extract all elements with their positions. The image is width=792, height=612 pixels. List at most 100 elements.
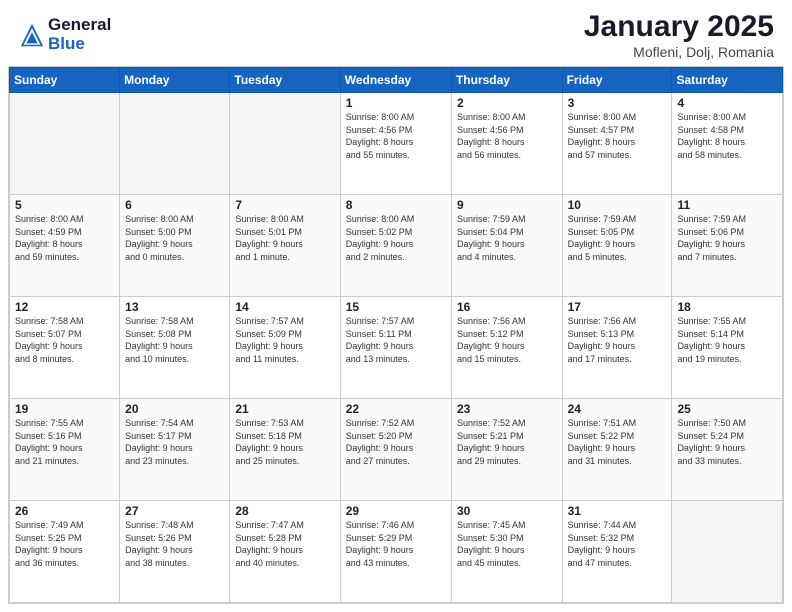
logo-icon (18, 21, 46, 49)
day-number: 10 (568, 198, 667, 212)
calendar-cell: 20Sunrise: 7:54 AM Sunset: 5:17 PM Dayli… (120, 399, 230, 501)
calendar: Sunday Monday Tuesday Wednesday Thursday… (8, 66, 784, 604)
calendar-cell: 24Sunrise: 7:51 AM Sunset: 5:22 PM Dayli… (562, 399, 672, 501)
logo: General Blue (18, 16, 111, 53)
day-number: 15 (346, 300, 446, 314)
col-sunday: Sunday (10, 68, 120, 93)
day-info: Sunrise: 8:00 AM Sunset: 4:57 PM Dayligh… (568, 111, 667, 161)
calendar-cell: 8Sunrise: 8:00 AM Sunset: 5:02 PM Daylig… (340, 195, 451, 297)
col-thursday: Thursday (451, 68, 562, 93)
day-info: Sunrise: 7:44 AM Sunset: 5:32 PM Dayligh… (568, 519, 667, 569)
day-info: Sunrise: 7:53 AM Sunset: 5:18 PM Dayligh… (235, 417, 334, 467)
calendar-cell: 1Sunrise: 8:00 AM Sunset: 4:56 PM Daylig… (340, 93, 451, 195)
day-info: Sunrise: 7:56 AM Sunset: 5:12 PM Dayligh… (457, 315, 557, 365)
day-number: 1 (346, 96, 446, 110)
calendar-cell: 31Sunrise: 7:44 AM Sunset: 5:32 PM Dayli… (562, 501, 672, 603)
day-info: Sunrise: 7:47 AM Sunset: 5:28 PM Dayligh… (235, 519, 334, 569)
day-number: 25 (677, 402, 777, 416)
day-info: Sunrise: 7:50 AM Sunset: 5:24 PM Dayligh… (677, 417, 777, 467)
calendar-cell: 12Sunrise: 7:58 AM Sunset: 5:07 PM Dayli… (10, 297, 120, 399)
day-info: Sunrise: 7:51 AM Sunset: 5:22 PM Dayligh… (568, 417, 667, 467)
day-info: Sunrise: 8:00 AM Sunset: 5:00 PM Dayligh… (125, 213, 224, 263)
calendar-cell: 3Sunrise: 8:00 AM Sunset: 4:57 PM Daylig… (562, 93, 672, 195)
day-number: 2 (457, 96, 557, 110)
col-wednesday: Wednesday (340, 68, 451, 93)
day-info: Sunrise: 7:59 AM Sunset: 5:06 PM Dayligh… (677, 213, 777, 263)
calendar-week-5: 26Sunrise: 7:49 AM Sunset: 5:25 PM Dayli… (10, 501, 783, 603)
calendar-cell: 18Sunrise: 7:55 AM Sunset: 5:14 PM Dayli… (672, 297, 783, 399)
day-number: 20 (125, 402, 224, 416)
calendar-cell: 16Sunrise: 7:56 AM Sunset: 5:12 PM Dayli… (451, 297, 562, 399)
day-info: Sunrise: 7:56 AM Sunset: 5:13 PM Dayligh… (568, 315, 667, 365)
calendar-cell: 6Sunrise: 8:00 AM Sunset: 5:00 PM Daylig… (120, 195, 230, 297)
calendar-cell: 7Sunrise: 8:00 AM Sunset: 5:01 PM Daylig… (230, 195, 340, 297)
day-number: 11 (677, 198, 777, 212)
day-number: 18 (677, 300, 777, 314)
day-info: Sunrise: 8:00 AM Sunset: 4:56 PM Dayligh… (346, 111, 446, 161)
day-info: Sunrise: 7:49 AM Sunset: 5:25 PM Dayligh… (15, 519, 114, 569)
day-number: 21 (235, 402, 334, 416)
calendar-week-3: 12Sunrise: 7:58 AM Sunset: 5:07 PM Dayli… (10, 297, 783, 399)
day-info: Sunrise: 7:59 AM Sunset: 5:04 PM Dayligh… (457, 213, 557, 263)
calendar-cell: 26Sunrise: 7:49 AM Sunset: 5:25 PM Dayli… (10, 501, 120, 603)
day-number: 14 (235, 300, 334, 314)
calendar-header: Sunday Monday Tuesday Wednesday Thursday… (10, 68, 783, 93)
title-block: January 2025 Mofleni, Dolj, Romania (584, 10, 774, 60)
calendar-cell: 9Sunrise: 7:59 AM Sunset: 5:04 PM Daylig… (451, 195, 562, 297)
day-info: Sunrise: 8:00 AM Sunset: 5:01 PM Dayligh… (235, 213, 334, 263)
day-info: Sunrise: 8:00 AM Sunset: 5:02 PM Dayligh… (346, 213, 446, 263)
calendar-cell: 22Sunrise: 7:52 AM Sunset: 5:20 PM Dayli… (340, 399, 451, 501)
day-info: Sunrise: 7:55 AM Sunset: 5:14 PM Dayligh… (677, 315, 777, 365)
calendar-week-4: 19Sunrise: 7:55 AM Sunset: 5:16 PM Dayli… (10, 399, 783, 501)
header-row: Sunday Monday Tuesday Wednesday Thursday… (10, 68, 783, 93)
col-saturday: Saturday (672, 68, 783, 93)
calendar-cell: 19Sunrise: 7:55 AM Sunset: 5:16 PM Dayli… (10, 399, 120, 501)
day-number: 5 (15, 198, 114, 212)
logo-general-text: General (48, 16, 111, 35)
col-friday: Friday (562, 68, 672, 93)
day-number: 9 (457, 198, 557, 212)
calendar-cell: 23Sunrise: 7:52 AM Sunset: 5:21 PM Dayli… (451, 399, 562, 501)
day-number: 8 (346, 198, 446, 212)
calendar-cell (10, 93, 120, 195)
day-info: Sunrise: 7:57 AM Sunset: 5:11 PM Dayligh… (346, 315, 446, 365)
day-number: 4 (677, 96, 777, 110)
day-number: 13 (125, 300, 224, 314)
calendar-location: Mofleni, Dolj, Romania (584, 44, 774, 60)
calendar-cell (120, 93, 230, 195)
calendar-cell: 5Sunrise: 8:00 AM Sunset: 4:59 PM Daylig… (10, 195, 120, 297)
day-info: Sunrise: 7:52 AM Sunset: 5:20 PM Dayligh… (346, 417, 446, 467)
calendar-cell: 17Sunrise: 7:56 AM Sunset: 5:13 PM Dayli… (562, 297, 672, 399)
day-number: 12 (15, 300, 114, 314)
col-tuesday: Tuesday (230, 68, 340, 93)
day-info: Sunrise: 7:48 AM Sunset: 5:26 PM Dayligh… (125, 519, 224, 569)
day-number: 3 (568, 96, 667, 110)
day-number: 17 (568, 300, 667, 314)
day-info: Sunrise: 7:46 AM Sunset: 5:29 PM Dayligh… (346, 519, 446, 569)
day-info: Sunrise: 7:45 AM Sunset: 5:30 PM Dayligh… (457, 519, 557, 569)
day-number: 26 (15, 504, 114, 518)
calendar-cell: 27Sunrise: 7:48 AM Sunset: 5:26 PM Dayli… (120, 501, 230, 603)
day-info: Sunrise: 7:57 AM Sunset: 5:09 PM Dayligh… (235, 315, 334, 365)
header: General Blue January 2025 Mofleni, Dolj,… (0, 0, 792, 66)
calendar-cell: 4Sunrise: 8:00 AM Sunset: 4:58 PM Daylig… (672, 93, 783, 195)
day-number: 29 (346, 504, 446, 518)
calendar-body: 1Sunrise: 8:00 AM Sunset: 4:56 PM Daylig… (10, 93, 783, 603)
calendar-cell: 30Sunrise: 7:45 AM Sunset: 5:30 PM Dayli… (451, 501, 562, 603)
calendar-cell: 14Sunrise: 7:57 AM Sunset: 5:09 PM Dayli… (230, 297, 340, 399)
day-number: 7 (235, 198, 334, 212)
calendar-cell: 29Sunrise: 7:46 AM Sunset: 5:29 PM Dayli… (340, 501, 451, 603)
day-info: Sunrise: 7:58 AM Sunset: 5:08 PM Dayligh… (125, 315, 224, 365)
logo-blue-text: Blue (48, 35, 111, 54)
day-info: Sunrise: 7:59 AM Sunset: 5:05 PM Dayligh… (568, 213, 667, 263)
col-monday: Monday (120, 68, 230, 93)
logo-text: General Blue (48, 16, 111, 53)
day-number: 23 (457, 402, 557, 416)
day-number: 27 (125, 504, 224, 518)
calendar-cell: 21Sunrise: 7:53 AM Sunset: 5:18 PM Dayli… (230, 399, 340, 501)
day-number: 6 (125, 198, 224, 212)
calendar-cell: 10Sunrise: 7:59 AM Sunset: 5:05 PM Dayli… (562, 195, 672, 297)
calendar-cell (230, 93, 340, 195)
day-number: 19 (15, 402, 114, 416)
calendar-cell: 2Sunrise: 8:00 AM Sunset: 4:56 PM Daylig… (451, 93, 562, 195)
